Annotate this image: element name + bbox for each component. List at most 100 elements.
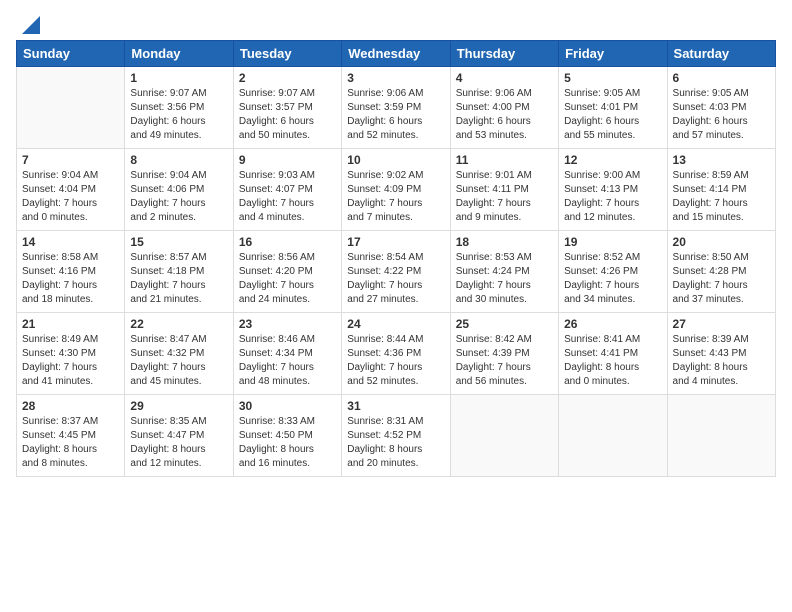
day-number: 19: [564, 235, 661, 249]
calendar-cell: [667, 395, 775, 477]
day-number: 4: [456, 71, 553, 85]
day-info: Sunrise: 8:46 AM Sunset: 4:34 PM Dayligh…: [239, 333, 336, 389]
day-number: 25: [456, 317, 553, 331]
day-number: 24: [347, 317, 444, 331]
day-number: 14: [22, 235, 119, 249]
calendar-day-header: Wednesday: [342, 41, 450, 67]
calendar-cell: 12 Sunrise: 9:00 AM Sunset: 4:13 PM Dayli…: [559, 149, 667, 231]
day-info: Sunrise: 9:03 AM Sunset: 4:07 PM Dayligh…: [239, 169, 336, 225]
calendar-week-row: 28 Sunrise: 8:37 AM Sunset: 4:45 PM Dayli…: [17, 395, 776, 477]
calendar-cell: 16 Sunrise: 8:56 AM Sunset: 4:20 PM Dayli…: [233, 231, 341, 313]
calendar-cell: 15 Sunrise: 8:57 AM Sunset: 4:18 PM Dayli…: [125, 231, 233, 313]
day-info: Sunrise: 8:52 AM Sunset: 4:26 PM Dayligh…: [564, 251, 661, 307]
day-info: Sunrise: 8:42 AM Sunset: 4:39 PM Dayligh…: [456, 333, 553, 389]
calendar-cell: [17, 67, 125, 149]
calendar-cell: 17Sunrise: 8:54 AM Sunset: 4:22 PM Dayli…: [342, 231, 450, 313]
day-info: Sunrise: 8:56 AM Sunset: 4:20 PM Dayligh…: [239, 251, 336, 307]
day-number: 1: [130, 71, 227, 85]
calendar-cell: 23 Sunrise: 8:46 AM Sunset: 4:34 PM Dayli…: [233, 313, 341, 395]
calendar-cell: 22 Sunrise: 8:47 AM Sunset: 4:32 PM Dayli…: [125, 313, 233, 395]
calendar-week-row: 21 Sunrise: 8:49 AM Sunset: 4:30 PM Dayli…: [17, 313, 776, 395]
day-info: Sunrise: 9:07 AM Sunset: 3:57 PM Dayligh…: [239, 87, 336, 143]
day-info: Sunrise: 8:37 AM Sunset: 4:45 PM Dayligh…: [22, 415, 119, 471]
day-number: 13: [673, 153, 770, 167]
day-info: Sunrise: 8:58 AM Sunset: 4:16 PM Dayligh…: [22, 251, 119, 307]
logo-icon: [18, 16, 40, 34]
day-info: Sunrise: 9:04 AM Sunset: 4:06 PM Dayligh…: [130, 169, 227, 225]
day-number: 30: [239, 399, 336, 413]
calendar: SundayMondayTuesdayWednesdayThursdayFrid…: [16, 40, 776, 477]
calendar-cell: 26Sunrise: 8:41 AM Sunset: 4:41 PM Dayli…: [559, 313, 667, 395]
day-info: Sunrise: 8:59 AM Sunset: 4:14 PM Dayligh…: [673, 169, 770, 225]
day-info: Sunrise: 9:04 AM Sunset: 4:04 PM Dayligh…: [22, 169, 119, 225]
day-number: 31: [347, 399, 444, 413]
calendar-day-header: Monday: [125, 41, 233, 67]
day-number: 26: [564, 317, 661, 331]
day-info: Sunrise: 8:53 AM Sunset: 4:24 PM Dayligh…: [456, 251, 553, 307]
calendar-cell: [559, 395, 667, 477]
calendar-cell: 11Sunrise: 9:01 AM Sunset: 4:11 PM Dayli…: [450, 149, 558, 231]
calendar-cell: 18 Sunrise: 8:53 AM Sunset: 4:24 PM Dayli…: [450, 231, 558, 313]
day-info: Sunrise: 9:05 AM Sunset: 4:03 PM Dayligh…: [673, 87, 770, 143]
day-number: 10: [347, 153, 444, 167]
day-info: Sunrise: 8:49 AM Sunset: 4:30 PM Dayligh…: [22, 333, 119, 389]
calendar-cell: 10 Sunrise: 9:02 AM Sunset: 4:09 PM Dayli…: [342, 149, 450, 231]
calendar-cell: 31 Sunrise: 8:31 AM Sunset: 4:52 PM Dayli…: [342, 395, 450, 477]
calendar-cell: 6Sunrise: 9:05 AM Sunset: 4:03 PM Daylig…: [667, 67, 775, 149]
day-info: Sunrise: 9:05 AM Sunset: 4:01 PM Dayligh…: [564, 87, 661, 143]
day-info: Sunrise: 8:31 AM Sunset: 4:52 PM Dayligh…: [347, 415, 444, 471]
day-info: Sunrise: 9:06 AM Sunset: 4:00 PM Dayligh…: [456, 87, 553, 143]
calendar-cell: 4 Sunrise: 9:06 AM Sunset: 4:00 PM Daylig…: [450, 67, 558, 149]
day-number: 27: [673, 317, 770, 331]
calendar-day-header: Friday: [559, 41, 667, 67]
day-number: 20: [673, 235, 770, 249]
calendar-day-header: Saturday: [667, 41, 775, 67]
day-info: Sunrise: 8:47 AM Sunset: 4:32 PM Dayligh…: [130, 333, 227, 389]
day-number: 29: [130, 399, 227, 413]
day-info: Sunrise: 8:57 AM Sunset: 4:18 PM Dayligh…: [130, 251, 227, 307]
calendar-cell: 28 Sunrise: 8:37 AM Sunset: 4:45 PM Dayli…: [17, 395, 125, 477]
day-number: 8: [130, 153, 227, 167]
calendar-cell: 14 Sunrise: 8:58 AM Sunset: 4:16 PM Dayli…: [17, 231, 125, 313]
calendar-week-row: 7Sunrise: 9:04 AM Sunset: 4:04 PM Daylig…: [17, 149, 776, 231]
calendar-cell: 7Sunrise: 9:04 AM Sunset: 4:04 PM Daylig…: [17, 149, 125, 231]
day-number: 22: [130, 317, 227, 331]
day-info: Sunrise: 8:39 AM Sunset: 4:43 PM Dayligh…: [673, 333, 770, 389]
logo: [16, 16, 40, 30]
day-number: 12: [564, 153, 661, 167]
calendar-cell: 2 Sunrise: 9:07 AM Sunset: 3:57 PM Daylig…: [233, 67, 341, 149]
calendar-day-header: Sunday: [17, 41, 125, 67]
calendar-cell: 1 Sunrise: 9:07 AM Sunset: 3:56 PM Daylig…: [125, 67, 233, 149]
day-info: Sunrise: 8:54 AM Sunset: 4:22 PM Dayligh…: [347, 251, 444, 307]
calendar-cell: 20Sunrise: 8:50 AM Sunset: 4:28 PM Dayli…: [667, 231, 775, 313]
calendar-cell: 24Sunrise: 8:44 AM Sunset: 4:36 PM Dayli…: [342, 313, 450, 395]
calendar-week-row: 1 Sunrise: 9:07 AM Sunset: 3:56 PM Daylig…: [17, 67, 776, 149]
day-info: Sunrise: 9:06 AM Sunset: 3:59 PM Dayligh…: [347, 87, 444, 143]
calendar-cell: 29Sunrise: 8:35 AM Sunset: 4:47 PM Dayli…: [125, 395, 233, 477]
day-number: 15: [130, 235, 227, 249]
day-number: 28: [22, 399, 119, 413]
day-number: 21: [22, 317, 119, 331]
calendar-cell: 9Sunrise: 9:03 AM Sunset: 4:07 PM Daylig…: [233, 149, 341, 231]
day-info: Sunrise: 9:00 AM Sunset: 4:13 PM Dayligh…: [564, 169, 661, 225]
day-number: 16: [239, 235, 336, 249]
day-number: 5: [564, 71, 661, 85]
calendar-cell: [450, 395, 558, 477]
day-number: 23: [239, 317, 336, 331]
header: [16, 16, 776, 30]
calendar-cell: 27 Sunrise: 8:39 AM Sunset: 4:43 PM Dayli…: [667, 313, 775, 395]
calendar-header-row: SundayMondayTuesdayWednesdayThursdayFrid…: [17, 41, 776, 67]
day-info: Sunrise: 9:07 AM Sunset: 3:56 PM Dayligh…: [130, 87, 227, 143]
calendar-week-row: 14 Sunrise: 8:58 AM Sunset: 4:16 PM Dayli…: [17, 231, 776, 313]
calendar-cell: 3 Sunrise: 9:06 AM Sunset: 3:59 PM Daylig…: [342, 67, 450, 149]
calendar-cell: 19 Sunrise: 8:52 AM Sunset: 4:26 PM Dayli…: [559, 231, 667, 313]
calendar-cell: 5 Sunrise: 9:05 AM Sunset: 4:01 PM Daylig…: [559, 67, 667, 149]
day-number: 2: [239, 71, 336, 85]
day-info: Sunrise: 9:02 AM Sunset: 4:09 PM Dayligh…: [347, 169, 444, 225]
page: SundayMondayTuesdayWednesdayThursdayFrid…: [0, 0, 792, 612]
calendar-day-header: Tuesday: [233, 41, 341, 67]
day-number: 3: [347, 71, 444, 85]
day-number: 18: [456, 235, 553, 249]
calendar-cell: 8 Sunrise: 9:04 AM Sunset: 4:06 PM Daylig…: [125, 149, 233, 231]
day-info: Sunrise: 8:33 AM Sunset: 4:50 PM Dayligh…: [239, 415, 336, 471]
